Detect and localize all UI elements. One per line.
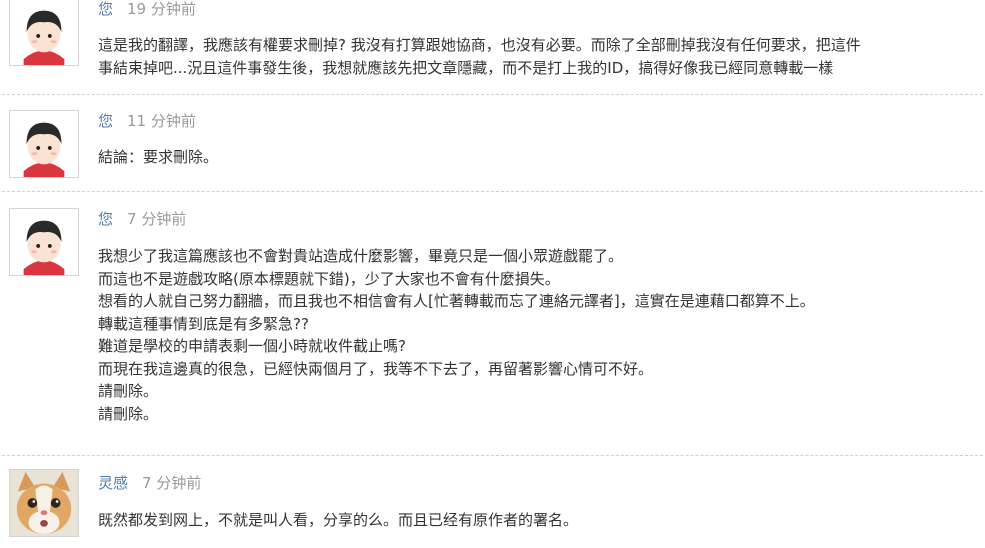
comment-body: 這是我的翻譯，我應該有權要求刪掉? 我沒有打算跟她協商，也沒有必要。而除了全部刪… [98,34,968,79]
comment-time: 11 分钟前 [127,112,196,130]
comment-meta: 您 11 分钟前 [98,111,196,131]
comment-author[interactable]: 灵感 [98,474,128,492]
comment-divider [2,94,983,95]
comment-body: 既然都发到网上，不就是叫人看，分享的么。而且已经有原作者的署名。 [98,509,968,532]
comment-line: 我想少了我這篇應該也不會對貴站造成什麼影響，畢竟只是一個小眾遊戲罷了。 [98,247,624,265]
comment-line: 而這也不是遊戲攻略(原本標題就下錯)，少了大家也不會有什麼損失。 [98,269,560,288]
comment-time: 7 分钟前 [127,210,187,228]
comment-line: 而現在我這邊真的很急，已經快兩個月了，我等不下去了，再留著影響心情可不好。 [98,359,654,378]
comment-line: 難道是學校的申請表剩一個小時就收件截止嗎? [98,337,406,355]
comment-line: 請刪除。 [98,404,159,423]
comment-divider [2,191,983,192]
comment-time: 19 分钟前 [127,0,196,18]
comment-author[interactable]: 您 [98,112,113,130]
comment-meta: 灵感 7 分钟前 [98,473,201,493]
comment-time: 7 分钟前 [142,474,202,492]
avatar[interactable] [9,208,79,276]
cat-avatar-icon [10,470,78,536]
comment-body: 結論：要求刪除。 [98,146,968,169]
comment-body: 我想少了我這篇應該也不會對貴站造成什麼影響，畢竟只是一個小眾遊戲罷了。 而這也不… [98,245,968,425]
user-avatar-icon [10,111,78,177]
avatar[interactable] [9,0,79,66]
comment-line: 結論：要求刪除。 [98,148,219,166]
avatar[interactable] [9,469,79,537]
comment-meta: 您 19 分钟前 [98,0,196,19]
user-avatar-icon [10,0,78,65]
comment-author[interactable]: 您 [98,210,113,228]
comment-author[interactable]: 您 [98,0,113,18]
comment-line: 轉載這種事情到底是有多緊急?? [98,314,309,333]
comment-line: 事結束掉吧...況且這件事發生後，我想就應該先把文章隱藏，而不是打上我的ID，搞… [98,58,834,77]
comment-line: 想看的人就自己努力翻牆，而且我也不相信會有人[忙著轉載而忘了連絡元譯者]，這實在… [98,292,815,310]
comment-divider [2,455,983,456]
comment-line: 請刪除。 [98,382,159,400]
avatar[interactable] [9,110,79,178]
comment-line: 這是我的翻譯，我應該有權要求刪掉? 我沒有打算跟她協商，也沒有必要。而除了全部刪… [98,36,861,54]
comment-line: 既然都发到网上，不就是叫人看，分享的么。而且已经有原作者的署名。 [98,511,579,529]
comment-meta: 您 7 分钟前 [98,209,186,229]
user-avatar-icon [10,209,78,275]
